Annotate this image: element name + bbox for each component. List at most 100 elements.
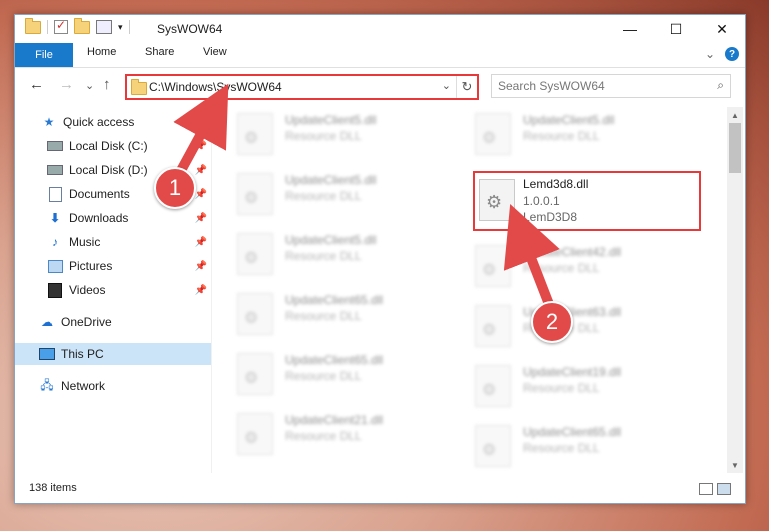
sidebar-item-label: Quick access [63,115,135,129]
tab-share[interactable]: Share [145,46,174,58]
item-count: 138 items [29,482,77,494]
expand-ribbon-icon[interactable]: ⌄ [705,47,715,61]
properties-icon[interactable] [96,20,112,34]
file-name: UpdateClient19.dll [523,365,622,379]
recent-locations-icon[interactable]: ⌄ [85,79,94,92]
file-type: Resource DLL [523,441,600,455]
file-explorer-window: ▾ SysWOW64 — ☐ ✕ File Home Share View ⌄ … [14,14,746,504]
network-icon: 🖧 [40,377,54,392]
sidebar-item-quick-access[interactable]: ★ Quick access [15,111,211,133]
sidebar-item-videos[interactable]: Videos 📌 [15,279,211,301]
address-dropdown-icon[interactable]: ⌄ [442,79,451,92]
dll-file-icon [237,173,273,215]
file-item[interactable]: UpdateClient5.dll Resource DLL [215,107,445,157]
title-bar: ▾ SysWOW64 — ☐ ✕ [15,15,745,43]
file-type: Resource DLL [285,309,362,323]
file-item[interactable]: UpdateClient5.dll Resource DLL [215,167,445,217]
vertical-scrollbar[interactable]: ▲ ▼ [727,107,743,473]
dll-file-icon [237,293,273,335]
tab-file[interactable]: File [15,43,73,67]
close-button[interactable]: ✕ [699,15,745,43]
scroll-down-icon[interactable]: ▼ [727,457,743,473]
properties-check-icon[interactable] [54,18,68,34]
sidebar-item-onedrive[interactable]: ☁ OneDrive [15,311,211,333]
file-type: Resource DLL [523,261,600,275]
file-list: UpdateClient5.dll Resource DLL UpdateCli… [215,107,725,473]
step-2-badge: 2 [531,301,573,343]
tab-home[interactable]: Home [87,46,116,58]
back-arrow-icon[interactable]: ← [29,76,44,93]
file-description: LemD3D8 [523,210,578,224]
sidebar-item-pictures[interactable]: Pictures 📌 [15,255,211,277]
search-input[interactable]: Search SysWOW64 ⌕ [491,74,731,98]
customize-toolbar-chevron-icon[interactable]: ▾ [118,22,123,33]
file-name: UpdateClient21.dll [285,413,384,427]
dll-file-icon [475,305,511,347]
toolbar-divider [47,20,48,34]
file-item[interactable]: UpdateClient5.dll Resource DLL [215,227,445,277]
pin-icon[interactable]: 📌 [195,165,207,176]
help-icon[interactable]: ? [725,47,739,61]
file-item[interactable]: UpdateClient21.dll Resource DLL [215,407,445,457]
up-arrow-icon[interactable]: ↑ [103,76,111,93]
folder-icon[interactable] [25,17,41,34]
dll-file-icon [475,245,511,287]
file-name: UpdateClient65.dll [285,353,384,367]
file-item[interactable]: UpdateClient65.dll Resource DLL [215,287,445,337]
pin-icon[interactable]: 📌 [195,261,207,272]
navigation-bar: ← → ⌄ ↑ C:\Windows\SysWOW64 ⌄ ↻ Search S… [15,71,745,101]
documents-icon [47,186,63,202]
scroll-up-icon[interactable]: ▲ [727,107,743,123]
file-type: Resource DLL [285,369,362,383]
dll-file-icon [237,413,273,455]
file-item[interactable]: UpdateClient5.dll Resource DLL [453,107,683,157]
search-icon[interactable]: ⌕ [717,78,724,93]
sidebar-item-network[interactable]: 🖧 Network [15,375,211,397]
tab-view[interactable]: View [203,46,227,58]
navigation-pane: ★ Quick access Local Disk (C:) 📌 Local D… [15,107,211,473]
sidebar-item-label: Pictures [69,259,113,273]
sidebar-item-local-disk-c[interactable]: Local Disk (C:) 📌 [15,135,211,157]
file-type: Resource DLL [285,129,362,143]
pin-icon[interactable]: 📌 [195,141,207,152]
videos-icon [47,282,63,298]
pin-icon[interactable]: 📌 [195,189,207,200]
minimize-button[interactable]: — [607,15,653,43]
sidebar-item-this-pc[interactable]: This PC [15,343,211,365]
large-icons-view-icon[interactable] [717,483,731,495]
file-item[interactable]: UpdateClient42.dll Resource DLL [453,239,683,289]
dll-file-icon [237,233,273,275]
step-1-badge: 1 [154,167,196,209]
downloads-icon: ⬇ [49,211,61,225]
this-pc-icon [39,347,55,361]
file-type: Resource DLL [523,381,600,395]
file-item[interactable]: UpdateClient65.dll Resource DLL [215,347,445,397]
address-bar[interactable]: C:\Windows\SysWOW64 ⌄ ↻ [125,74,479,100]
sidebar-item-music[interactable]: ♪ Music 📌 [15,231,211,253]
sidebar-item-label: Network [61,379,106,393]
dll-settings-file-icon [479,179,515,221]
file-item[interactable]: UpdateClient19.dll Resource DLL [453,359,683,409]
address-path[interactable]: C:\Windows\SysWOW64 [149,80,282,94]
file-item[interactable]: UpdateClient65.dll Resource DLL [453,419,683,469]
forward-arrow-icon[interactable]: → [59,76,74,93]
details-view-icon[interactable] [699,483,713,495]
pin-icon[interactable]: 📌 [195,213,207,224]
star-icon: ★ [43,115,55,129]
status-bar: 138 items [15,477,745,501]
highlighted-file-item[interactable]: Lemd3d8.dll 1.0.0.1 LemD3D8 [473,171,701,231]
new-folder-icon[interactable] [74,17,90,34]
refresh-icon[interactable]: ↻ [456,76,477,98]
dll-file-icon [237,113,273,155]
window-title: SysWOW64 [157,22,223,36]
sidebar-item-downloads[interactable]: ⬇ Downloads 📌 [15,207,211,229]
dll-file-icon [237,353,273,395]
pin-icon[interactable]: 📌 [195,285,207,296]
scrollbar-thumb[interactable] [729,123,741,173]
file-version: 1.0.0.1 [523,194,560,208]
file-name: UpdateClient5.dll [285,173,377,187]
toolbar-divider [128,20,130,34]
pin-icon[interactable]: 📌 [195,237,207,248]
maximize-button[interactable]: ☐ [653,15,699,43]
pane-divider[interactable] [211,107,212,473]
